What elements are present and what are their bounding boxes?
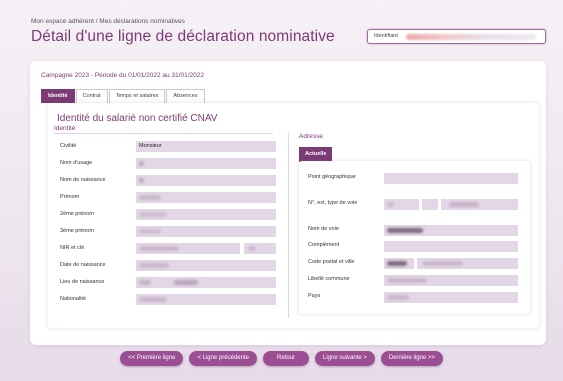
tab-absences[interactable]: Absences <box>166 89 205 103</box>
field-label: Pays <box>308 293 321 299</box>
field-label: NIR et clé <box>60 245 85 251</box>
address-card: Point géographique N°, ext, type de voie… <box>299 161 530 314</box>
redacted-text <box>449 202 479 207</box>
identity-panel: Identité du salarié non certifié CNAV Id… <box>48 103 539 328</box>
redacted-text <box>387 202 394 207</box>
field-value-date-naissance <box>136 260 276 271</box>
field-row-2eme-prenom: 2ème prénom <box>60 209 280 226</box>
tab-bar: Identité Contrat Temps et salaires Absen… <box>41 89 206 103</box>
field-row-prenom: Prénom <box>60 192 280 209</box>
page-title: Détail d'une ligne de déclaration nomina… <box>31 28 335 45</box>
field-value-nir-key <box>244 243 276 254</box>
field-value-type-voie <box>441 199 518 210</box>
redacted-text <box>387 228 423 233</box>
previous-line-button[interactable]: < Ligne précédente <box>189 351 257 366</box>
redacted-text <box>139 229 161 234</box>
redacted-text <box>139 280 151 285</box>
identity-fields: Civilité Monsieur Nom d'usage Nom de nai… <box>60 141 280 311</box>
next-line-button[interactable]: Ligne suivante > <box>315 351 375 366</box>
redacted-text <box>174 280 198 285</box>
field-value-pays <box>384 292 518 303</box>
field-label: 3ème prénom <box>60 228 94 234</box>
field-label: Point géographique <box>308 174 356 180</box>
breadcrumb: Mon espace adhérent / Mes déclarations n… <box>31 18 185 25</box>
redacted-text <box>423 261 463 266</box>
redacted-text <box>248 246 256 251</box>
field-value-extension <box>422 199 438 210</box>
field-row-nationalite: Nationalité <box>60 294 280 311</box>
address-subtitle: Adresse <box>299 133 323 140</box>
field-value-nom-usage <box>136 158 276 169</box>
field-value-nom-naissance <box>136 175 276 186</box>
campaign-period: Campagne 2023 - Période du 01/01/2022 au… <box>41 72 204 79</box>
field-value-2eme-prenom <box>136 209 276 220</box>
field-value-numero <box>384 199 419 210</box>
field-label: N°, ext, type de voie <box>308 200 358 206</box>
field-value-point-geo <box>384 173 518 184</box>
tab-contrat[interactable]: Contrat <box>75 89 108 103</box>
tab-actuelle[interactable]: Actuelle <box>299 147 333 162</box>
field-label: Nationalité <box>60 296 86 302</box>
identifier-value-redacted <box>406 34 536 40</box>
redacted-text <box>139 297 167 302</box>
field-label: Nom de naissance <box>60 177 106 183</box>
redacted-text <box>387 295 409 300</box>
field-value-nir <box>136 243 240 254</box>
field-row-3eme-prenom: 3ème prénom <box>60 226 280 243</box>
field-value-lieu-naissance <box>136 277 276 288</box>
field-row-nom-naissance: Nom de naissance <box>60 175 280 192</box>
identifier-label: Identifiant <box>374 33 398 39</box>
field-value-libelle-commune <box>384 275 518 286</box>
divider <box>54 133 273 134</box>
redacted-text <box>139 212 167 217</box>
field-row-lieu-naissance: Lieu de naissance <box>60 277 280 294</box>
first-line-button[interactable]: << Première ligne <box>120 351 184 366</box>
field-value-code-postal <box>384 258 414 269</box>
field-value-nationalite <box>136 294 276 305</box>
tab-identite[interactable]: Identité <box>41 89 75 103</box>
redacted-text <box>387 278 427 283</box>
field-row-nom-usage: Nom d'usage <box>60 158 280 175</box>
section-title: Identité du salarié non certifié CNAV <box>57 113 218 124</box>
field-value-nom-voie <box>384 225 518 236</box>
redacted-text <box>139 246 179 251</box>
last-line-button[interactable]: Dernière ligne >> <box>380 351 443 366</box>
field-label: Nom de voie <box>308 226 339 232</box>
record-navigation: << Première ligne < Ligne précédente Ret… <box>0 351 563 366</box>
field-label: Lieu de naissance <box>60 279 105 285</box>
field-value-prenom <box>136 192 276 203</box>
field-label: Code postal et ville <box>308 259 355 265</box>
field-row-civilite: Civilité Monsieur <box>60 141 280 158</box>
tab-temps-et-salaires[interactable]: Temps et salaires <box>108 89 166 103</box>
back-button[interactable]: Retour <box>262 351 309 366</box>
field-label: Date de naissance <box>60 262 106 268</box>
field-label: 2ème prénom <box>60 211 94 217</box>
field-label: Prénom <box>60 194 80 200</box>
field-value-complement <box>384 241 518 252</box>
redacted-text <box>139 161 144 166</box>
field-label: Civilité <box>60 143 77 149</box>
redacted-text <box>139 195 161 200</box>
field-value-3eme-prenom <box>136 226 276 237</box>
vertical-divider <box>288 133 289 318</box>
field-value-civilite: Monsieur <box>136 141 276 152</box>
redacted-text <box>139 263 169 268</box>
redacted-text <box>387 261 407 266</box>
identifier-field[interactable]: Identifiant <box>367 29 546 44</box>
field-label: Libellé commune <box>308 276 350 282</box>
field-row-date-naissance: Date de naissance <box>60 260 280 277</box>
main-card: Campagne 2023 - Période du 01/01/2022 au… <box>30 61 546 345</box>
identity-subtitle: Identité <box>54 125 76 132</box>
field-label: Complément <box>308 242 340 248</box>
field-row-nir: NIR et clé <box>60 243 280 260</box>
redacted-text <box>139 178 144 183</box>
field-value-ville <box>417 258 518 269</box>
field-label: Nom d'usage <box>60 160 93 166</box>
